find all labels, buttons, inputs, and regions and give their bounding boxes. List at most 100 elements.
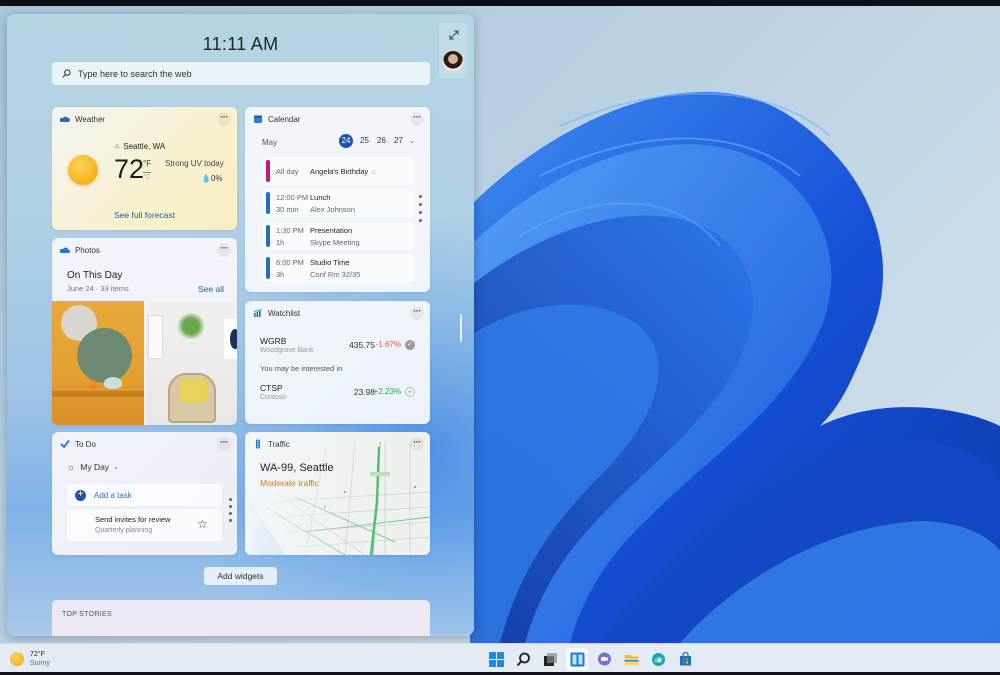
calendar-icon: [254, 115, 262, 123]
search-icon: [62, 69, 71, 78]
calendar-event[interactable]: 6:00 PM 3h Studio Time Conf Rm 32/35: [263, 254, 415, 282]
photos-widget[interactable]: Photos ··· On This Day June 24 · 33 item…: [52, 238, 237, 425]
add-widgets-button[interactable]: Add widgets: [204, 567, 277, 585]
stock-price: 435.75: [349, 340, 375, 350]
calendar-event[interactable]: 1:30 PM 1h Presentation Skype Meeting: [263, 222, 415, 250]
event-subtitle: Alex Johnson: [310, 205, 356, 214]
edge-button[interactable]: [647, 648, 669, 670]
taskbar-condition: Sunny: [30, 660, 50, 667]
stock-price: 23.98: [353, 387, 375, 397]
stock-name: Woodgrove Bank: [260, 347, 314, 354]
photo-thumbnail[interactable]: [52, 301, 144, 425]
photo-thumbnail[interactable]: [146, 301, 237, 425]
calendar-day[interactable]: 25: [356, 134, 373, 148]
traffic-more-button[interactable]: ···: [410, 437, 424, 451]
uv-note: Strong UV today: [165, 159, 224, 168]
watchlist-widget[interactable]: Watchlist ··· WGRB Woodgrove Bank 435.75…: [245, 301, 430, 424]
calendar-day[interactable]: 26: [373, 134, 390, 148]
weather-location: ⌂ Seattle, WA: [115, 142, 165, 151]
calendar-event[interactable]: All day Angela's Birthday ♨: [263, 157, 415, 185]
photos-title: Photos: [75, 245, 100, 255]
precipitation: 💧0%: [201, 174, 223, 183]
pager-dots[interactable]: [419, 195, 422, 227]
event-title-text: Angela's Birthday: [310, 167, 369, 176]
event-subtitle: Conf Rm 32/35: [310, 270, 361, 279]
teams-chat-button[interactable]: [593, 648, 615, 670]
add-task-button[interactable]: + Add a task: [67, 484, 222, 506]
widgets-button[interactable]: [566, 648, 588, 670]
sunny-icon: [68, 155, 98, 185]
checkmark-icon[interactable]: ✓: [405, 340, 415, 350]
widgets-panel: 11:11 AM Type here to search the web Wea…: [7, 14, 474, 636]
photos-heading: On This Day: [67, 270, 123, 281]
todo-widget[interactable]: To Do ··· ☼ My Day ⌄ + Add a task Send invi…: [52, 432, 237, 555]
add-circle-icon[interactable]: +: [405, 387, 415, 397]
pager-dots[interactable]: [229, 498, 232, 526]
stock-symbol[interactable]: CTSP: [260, 383, 283, 393]
unit-fahrenheit-toggle[interactable]: °F: [143, 159, 151, 168]
calendar-day[interactable]: 24: [339, 134, 353, 148]
unit-celsius-toggle[interactable]: °C: [143, 172, 151, 181]
search-button[interactable]: [512, 648, 534, 670]
event-duration: 1h: [276, 238, 285, 247]
watchlist-title: Watchlist: [268, 308, 301, 318]
start-button[interactable]: [485, 648, 507, 670]
photos-more-button[interactable]: ···: [217, 243, 231, 257]
user-avatar[interactable]: [442, 50, 464, 72]
calendar-more-button[interactable]: ···: [410, 112, 424, 126]
file-explorer-button[interactable]: [620, 648, 642, 670]
star-icon[interactable]: ☆: [197, 517, 208, 531]
store-button[interactable]: [674, 648, 696, 670]
weather-more-button[interactable]: ···: [217, 112, 231, 126]
add-task-label: Add a task: [94, 490, 132, 500]
panel-scrollbar[interactable]: [460, 314, 462, 342]
web-search-box[interactable]: Type here to search the web: [52, 62, 430, 85]
traffic-status: Moderate traffic: [260, 478, 319, 488]
see-full-forecast-link[interactable]: See full forecast: [52, 210, 237, 220]
traffic-map[interactable]: [245, 432, 430, 555]
todo-more-button[interactable]: ···: [217, 437, 231, 451]
weather-widget[interactable]: Weather ··· ⌂ Seattle, WA 72 °F °C Strong…: [52, 107, 237, 230]
task-view-button[interactable]: [539, 648, 561, 670]
event-color-bar: [266, 225, 270, 247]
watchlist-more-button[interactable]: ···: [410, 306, 424, 320]
search-icon: [516, 652, 530, 666]
task-subtitle: Quarterly planning: [95, 527, 153, 534]
chevron-down-icon[interactable]: ⌄: [409, 137, 415, 145]
todo-title: To Do: [75, 439, 96, 449]
taskbar-weather[interactable]: 72°F Sunny: [10, 650, 50, 668]
widgets-icon: [570, 652, 584, 666]
photos-header: Photos: [60, 245, 100, 255]
calendar-header: Calendar: [253, 114, 300, 124]
see-all-link[interactable]: See all: [198, 284, 224, 294]
task-title: Send invites for review: [95, 515, 171, 524]
top-stories-card[interactable]: TOP STORIES: [52, 600, 430, 636]
weather-title: Weather: [75, 114, 106, 124]
calendar-event[interactable]: 12:00 PM 30 min Lunch Alex Johnson: [263, 189, 415, 217]
my-day-dropdown[interactable]: ☼ My Day ⌄: [67, 462, 119, 472]
windows-logo-icon: [488, 651, 504, 667]
edge-icon: [651, 652, 665, 666]
task-item[interactable]: Send invites for review Quarterly planni…: [67, 509, 222, 541]
event-subtitle: Skype Meeting: [310, 238, 360, 247]
event-time: All day: [276, 167, 299, 176]
traffic-title: Traffic: [268, 439, 290, 449]
calendar-widget[interactable]: Calendar ··· May 24 25 26 27 ⌄ All day A…: [245, 107, 430, 292]
stock-symbol[interactable]: WGRB: [260, 336, 286, 346]
event-time: 12:00 PM: [276, 193, 309, 202]
folder-icon: [624, 654, 638, 665]
event-title: Angela's Birthday ♨: [310, 167, 377, 176]
expand-icon[interactable]: [447, 28, 461, 42]
event-duration: 30 min: [276, 205, 299, 214]
taskbar-temperature: 72°F: [30, 651, 45, 658]
raindrop-icon: 💧: [201, 174, 211, 183]
list-name: My Day: [80, 462, 110, 472]
calendar-day[interactable]: 27: [390, 134, 407, 148]
traffic-route: WA-99, Seattle: [260, 462, 334, 474]
plus-icon: +: [75, 489, 86, 501]
stock-change: -1.67%: [375, 340, 401, 349]
traffic-widget[interactable]: Traffic ··· WA-99, Seattle Moderate traf…: [245, 432, 430, 555]
event-time: 6:00 PM: [276, 258, 304, 267]
event-title: Presentation: [310, 226, 353, 235]
weather-header: Weather: [60, 114, 105, 124]
